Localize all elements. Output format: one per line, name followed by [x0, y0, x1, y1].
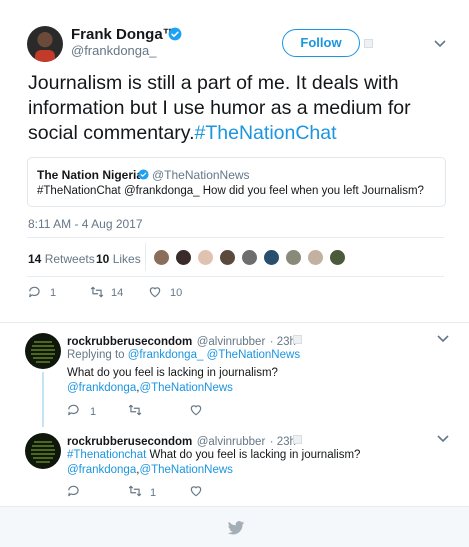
- reply-author-name[interactable]: rockrubberusecondom: [67, 436, 192, 448]
- liker-avatar[interactable]: [197, 249, 214, 266]
- liker-avatar[interactable]: [307, 249, 324, 266]
- mention-link[interactable]: @frankdonga: [67, 464, 136, 476]
- quoted-author-name: The Nation Nigeria: [37, 168, 144, 182]
- reply-author-name[interactable]: rockrubberusecondom: [67, 336, 192, 348]
- reply-text: #Thenationchat What do you feel is lacki…: [67, 448, 360, 463]
- divider: [0, 322, 469, 323]
- divider: [27, 237, 444, 238]
- replying-to: Replying to @frankdonga_ @TheNationNews: [67, 348, 300, 363]
- likes-label: Likes: [112, 252, 141, 266]
- tweet-timestamp[interactable]: 8:11 AM - 4 Aug 2017: [28, 217, 143, 231]
- avatar-image: [31, 341, 55, 363]
- embed-icon: [293, 335, 302, 344]
- reply-hashtag-link[interactable]: #Thenationchat: [67, 449, 146, 461]
- chevron-down-icon[interactable]: [434, 40, 446, 48]
- likes-stat[interactable]: 10 Likes: [96, 252, 141, 266]
- mention-link[interactable]: @TheNationNews: [139, 464, 233, 476]
- liker-avatar[interactable]: [153, 249, 170, 266]
- verified-badge-icon: [168, 27, 182, 41]
- reply-count: 1: [50, 287, 57, 299]
- embed-footer[interactable]: [0, 506, 469, 547]
- retweets-count: 14: [28, 252, 42, 266]
- like-icon[interactable]: [189, 403, 203, 417]
- chevron-down-icon[interactable]: [437, 435, 449, 443]
- liker-avatar[interactable]: [263, 249, 280, 266]
- retweets-stat[interactable]: 14 Retweets: [28, 252, 95, 266]
- divider: [145, 243, 146, 271]
- reply-avatar[interactable]: [25, 433, 61, 469]
- author-avatar[interactable]: [27, 26, 63, 62]
- avatar-image: [31, 441, 55, 463]
- liker-avatar[interactable]: [241, 249, 258, 266]
- reply-text-body: What do you feel is lacking in journalis…: [149, 449, 361, 461]
- reply-text: What do you feel is lacking in journalis…: [67, 367, 278, 379]
- mention-link[interactable]: @frankdonga: [67, 382, 136, 394]
- verified-badge-icon: [138, 169, 149, 180]
- reply-avatar[interactable]: [25, 333, 61, 369]
- embed-icon: [364, 39, 373, 48]
- retweet-icon[interactable]: [128, 403, 142, 417]
- thread-connector: [42, 372, 44, 427]
- mention-link[interactable]: @TheNationNews: [139, 382, 233, 394]
- reply-mentions: @frankdonga,@TheNationNews: [67, 382, 233, 394]
- retweet-icon[interactable]: [90, 285, 104, 299]
- reply-icon[interactable]: [28, 285, 42, 299]
- retweet-icon[interactable]: [128, 484, 142, 498]
- tweet-text: Journalism is still a part of me. It dea…: [28, 71, 448, 146]
- replying-to-link[interactable]: @frankdonga_: [128, 349, 204, 361]
- reply-icon[interactable]: [67, 484, 81, 498]
- retweet-count: 1: [150, 487, 157, 499]
- liker-avatar[interactable]: [285, 249, 302, 266]
- quoted-author-handle: @TheNationNews: [152, 168, 250, 182]
- embed-icon: [293, 435, 302, 444]
- author-screen-name[interactable]: @frankdonga_: [71, 43, 156, 58]
- liker-avatar[interactable]: [175, 249, 192, 266]
- like-count: 10: [170, 287, 183, 299]
- liker-avatar[interactable]: [329, 249, 346, 266]
- replying-to-link[interactable]: @TheNationNews: [207, 349, 301, 361]
- likes-count: 10: [96, 252, 110, 266]
- follow-button[interactable]: Follow: [282, 29, 360, 57]
- reply-icon[interactable]: [67, 403, 81, 417]
- author-display-name[interactable]: Frank Donga™: [71, 26, 178, 43]
- reply-count: 1: [90, 406, 97, 418]
- quoted-text: #TheNationChat @frankdonga_ How did you …: [37, 185, 424, 197]
- replying-to-label: Replying to: [67, 349, 125, 361]
- liker-avatar[interactable]: [219, 249, 236, 266]
- chevron-down-icon[interactable]: [437, 335, 449, 343]
- divider: [27, 276, 444, 277]
- reply-author-handle[interactable]: @alvinrubber: [197, 436, 266, 448]
- twitter-bird-icon[interactable]: [227, 521, 245, 536]
- tweet-hashtag-link[interactable]: #TheNationChat: [195, 122, 337, 144]
- retweet-count: 14: [111, 287, 124, 299]
- reply-author-handle[interactable]: @alvinrubber: [197, 336, 266, 348]
- quoted-tweet[interactable]: The Nation Nigeria @TheNationNews #TheNa…: [27, 157, 446, 207]
- retweets-label: Retweets: [44, 252, 95, 266]
- reply-mentions: @frankdonga,@TheNationNews: [67, 464, 233, 476]
- like-icon[interactable]: [148, 285, 162, 299]
- like-icon[interactable]: [189, 484, 203, 498]
